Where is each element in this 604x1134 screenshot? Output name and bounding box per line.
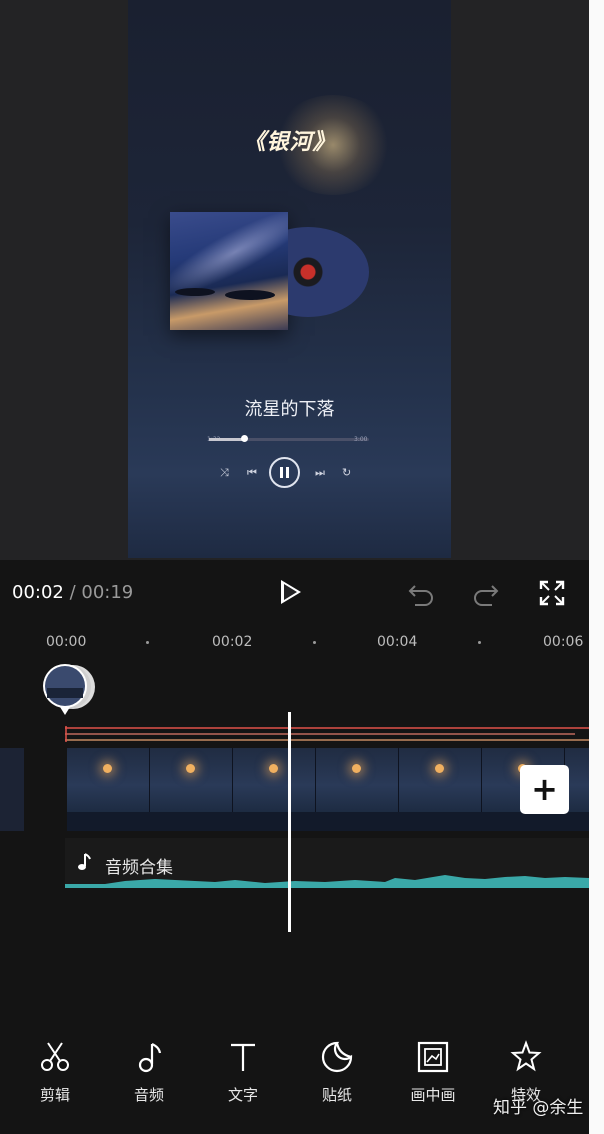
tool-sticker-label: 贴纸	[321, 1086, 352, 1104]
ruler-tick-2: 00:04	[377, 634, 418, 650]
sticker-icon	[321, 1041, 353, 1073]
next-icon: ⏭	[315, 466, 325, 479]
player-time-end: 3:00	[354, 436, 368, 443]
screen-edge	[589, 0, 604, 1134]
current-time: 00:02	[12, 582, 64, 603]
music-note-icon	[138, 1042, 162, 1073]
ruler-dot	[313, 641, 316, 644]
scissors-icon	[41, 1042, 69, 1071]
audio-waveform	[65, 875, 589, 888]
vinyl-disc-icon	[288, 223, 370, 321]
undo-icon[interactable]	[407, 580, 435, 606]
play-button[interactable]	[281, 580, 301, 604]
redo-icon[interactable]	[472, 580, 500, 606]
fullscreen-icon[interactable]	[539, 580, 565, 606]
tool-edit[interactable]: 剪辑	[25, 1040, 85, 1105]
total-time: 00:19	[81, 582, 134, 603]
repeat-icon: ↻	[342, 466, 352, 479]
ruler-dot	[146, 641, 149, 644]
picture-in-picture-icon	[417, 1041, 449, 1073]
ruler-tick-3: 00:06	[543, 634, 584, 650]
previous-clip-thumbnail[interactable]	[0, 748, 24, 831]
video-editor: 《银河》 流星的下落 1:32 3:00 ⤨ ⏮ ⏭ ↻ 00:02 / 00:…	[0, 0, 589, 1134]
pause-icon	[269, 457, 300, 488]
tool-text-label: 文字	[227, 1086, 258, 1104]
ruler-dot	[478, 641, 481, 644]
tool-sticker[interactable]: 贴纸	[307, 1040, 367, 1105]
album-cover	[170, 212, 288, 330]
tool-audio[interactable]: 音频	[119, 1040, 179, 1105]
tool-pip-label: 画中画	[410, 1086, 456, 1104]
video-clip-track[interactable]	[67, 748, 589, 831]
tool-edit-label: 剪辑	[39, 1086, 70, 1104]
ruler-tick-0: 00:00	[46, 634, 87, 650]
keyframe-track-lines	[65, 726, 589, 742]
tool-text[interactable]: 文字	[213, 1040, 273, 1105]
watermark: 知乎 @余生	[493, 1098, 584, 1118]
tool-pip[interactable]: 画中画	[403, 1040, 463, 1105]
cover-thumbnail[interactable]	[42, 663, 96, 715]
song-name: 流星的下落	[244, 399, 335, 420]
shuffle-icon: ⤨	[220, 466, 229, 479]
playhead[interactable]	[288, 712, 291, 932]
previous-icon: ⏮	[247, 466, 257, 479]
add-clip-button[interactable]: +	[520, 765, 569, 814]
ruler-tick-1: 00:02	[212, 634, 253, 650]
video-preview[interactable]: 《银河》 流星的下落 1:32 3:00 ⤨ ⏮ ⏭ ↻	[128, 0, 451, 558]
time-display: 00:02 / 00:19	[12, 582, 133, 603]
text-icon	[231, 1043, 255, 1071]
song-title: 《银河》	[243, 130, 336, 155]
player-progress-bar	[209, 435, 369, 442]
effects-star-icon	[510, 1040, 542, 1072]
time-separator: /	[63, 582, 82, 603]
tool-audio-label: 音频	[133, 1086, 164, 1104]
